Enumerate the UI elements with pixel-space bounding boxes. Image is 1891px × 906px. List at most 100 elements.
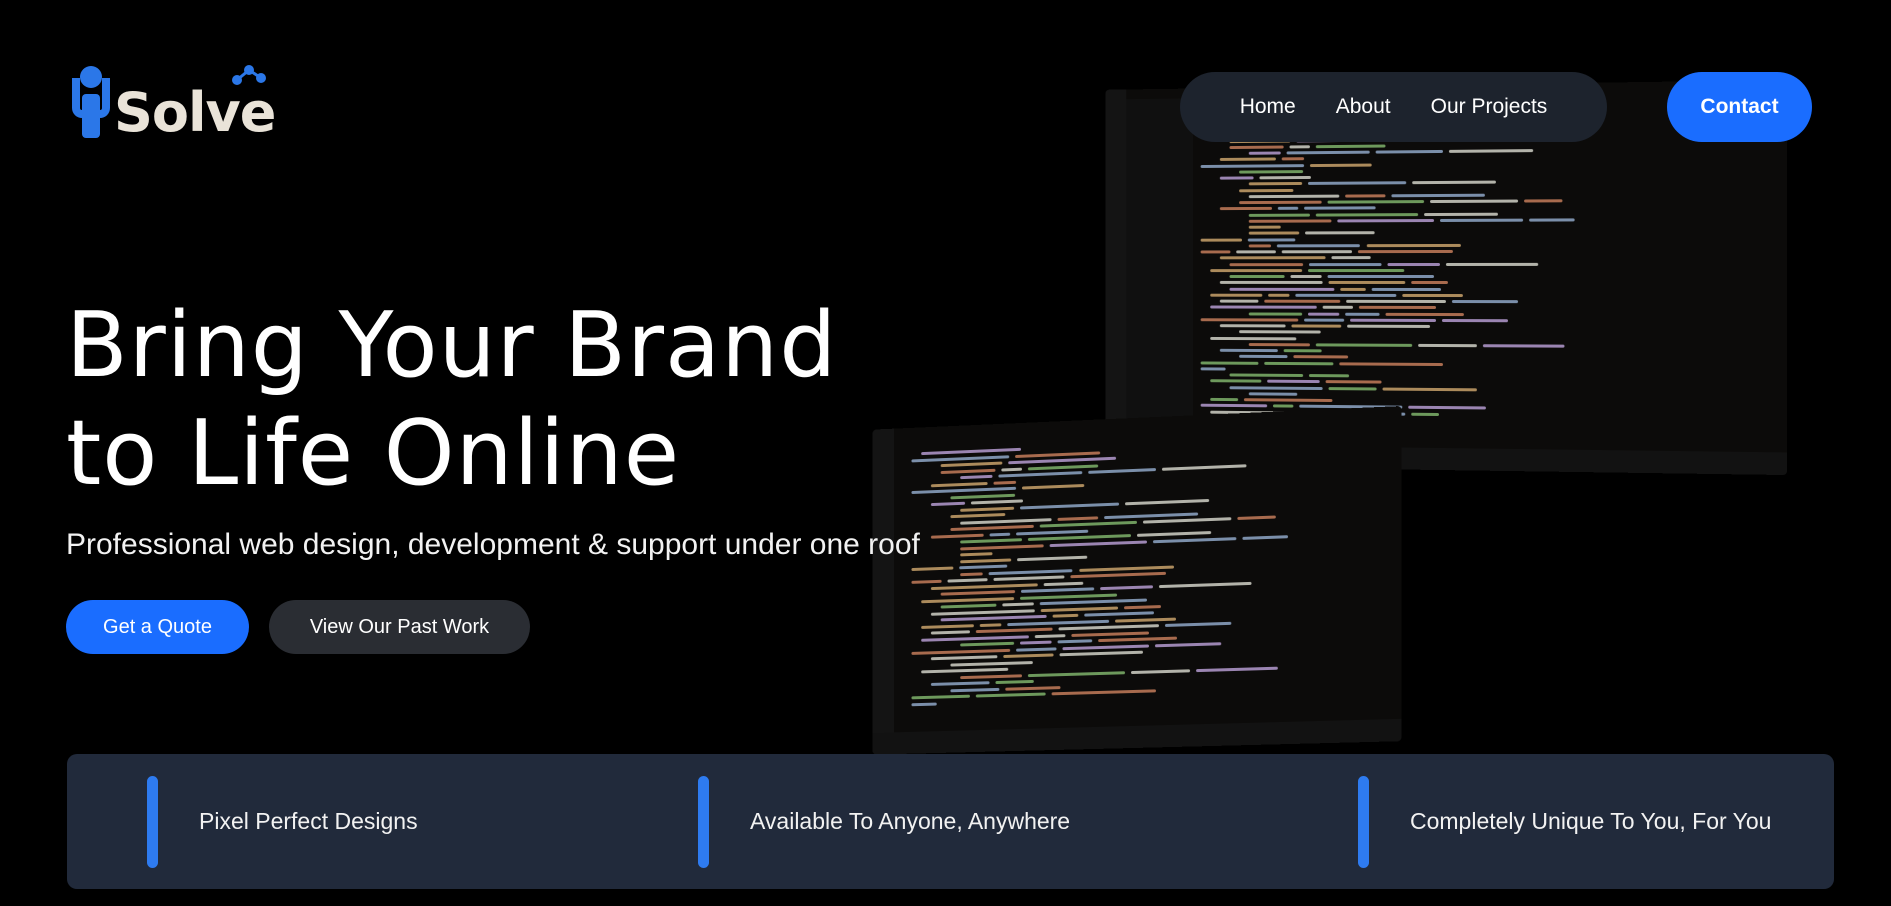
code-line bbox=[940, 468, 996, 474]
code-line bbox=[1248, 231, 1300, 235]
code-line bbox=[970, 499, 1023, 505]
feature-label: Completely Unique To You, For You bbox=[1410, 808, 1772, 834]
code-line bbox=[1294, 293, 1397, 297]
code-line bbox=[950, 660, 1034, 667]
code-line bbox=[1325, 380, 1382, 384]
code-line bbox=[1219, 256, 1326, 260]
feature-item: Available To Anyone, Anywhere bbox=[698, 776, 1070, 868]
code-line bbox=[1277, 243, 1361, 248]
hero-title-line-2: to Life Online bbox=[66, 401, 681, 506]
code-line bbox=[1052, 613, 1078, 618]
code-line bbox=[1078, 565, 1175, 572]
code-line bbox=[1049, 539, 1147, 547]
code-line bbox=[1283, 349, 1322, 353]
feature-accent-bar bbox=[698, 776, 709, 868]
code-line bbox=[930, 501, 965, 507]
code-line bbox=[1281, 250, 1352, 254]
view-past-work-button[interactable]: View Our Past Work bbox=[269, 600, 530, 654]
code-line bbox=[1017, 555, 1088, 561]
code-line bbox=[1019, 502, 1119, 509]
code-line bbox=[1137, 531, 1212, 537]
code-line bbox=[1124, 498, 1209, 505]
contact-button[interactable]: Contact bbox=[1667, 72, 1812, 142]
code-line bbox=[1272, 404, 1294, 408]
feature-item: Completely Unique To You, For You bbox=[1358, 776, 1771, 868]
code-line bbox=[1248, 312, 1303, 316]
code-line bbox=[1229, 287, 1335, 291]
code-line bbox=[930, 533, 984, 539]
code-line bbox=[1057, 515, 1098, 521]
code-line bbox=[1315, 343, 1412, 347]
nav-projects-link[interactable]: Our Projects bbox=[1431, 95, 1548, 119]
code-line bbox=[1005, 685, 1061, 691]
code-line bbox=[950, 513, 1006, 519]
code-line bbox=[1310, 163, 1372, 167]
code-line bbox=[1411, 281, 1449, 285]
code-line bbox=[1210, 293, 1263, 297]
code-line bbox=[1152, 536, 1237, 543]
code-line bbox=[1248, 225, 1281, 229]
code-line bbox=[1057, 639, 1093, 644]
code-line bbox=[1350, 318, 1437, 322]
code-line bbox=[1098, 636, 1177, 643]
code-line bbox=[960, 571, 984, 576]
code-line bbox=[1210, 305, 1317, 309]
code-line bbox=[1051, 689, 1157, 696]
code-line bbox=[1162, 464, 1247, 471]
code-line bbox=[1059, 650, 1143, 657]
code-line bbox=[940, 461, 1003, 468]
features-bar: Pixel Perfect Designs Available To Anyon… bbox=[67, 754, 1834, 889]
code-line bbox=[976, 627, 1053, 634]
code-line bbox=[1200, 238, 1243, 242]
code-line bbox=[1034, 633, 1066, 638]
code-line bbox=[1219, 281, 1323, 285]
code-line bbox=[1014, 450, 1101, 458]
code-line bbox=[921, 667, 1009, 674]
feature-item: Pixel Perfect Designs bbox=[147, 776, 418, 868]
code-line bbox=[995, 679, 1034, 685]
feature-accent-bar bbox=[1358, 776, 1369, 868]
code-line bbox=[1021, 587, 1094, 593]
code-line bbox=[1327, 275, 1435, 278]
code-line bbox=[1408, 405, 1487, 410]
code-line bbox=[1239, 169, 1303, 174]
code-line bbox=[1248, 151, 1281, 155]
get-quote-button[interactable]: Get a Quote bbox=[66, 600, 249, 654]
code-line bbox=[1264, 299, 1341, 303]
code-line bbox=[1268, 293, 1290, 297]
nav-home-link[interactable]: Home bbox=[1240, 95, 1296, 119]
code-line bbox=[1424, 212, 1498, 216]
code-line bbox=[1248, 244, 1272, 248]
code-line bbox=[960, 673, 1022, 679]
nav-about-link[interactable]: About bbox=[1336, 95, 1391, 119]
code-line bbox=[1028, 463, 1098, 470]
code-line bbox=[960, 517, 1052, 525]
code-line bbox=[1308, 312, 1340, 316]
code-line bbox=[1402, 293, 1464, 297]
code-line bbox=[1331, 256, 1372, 260]
code-line bbox=[993, 575, 1065, 581]
code-line bbox=[1229, 373, 1304, 377]
code-line bbox=[1020, 593, 1117, 600]
code-line bbox=[1040, 605, 1119, 612]
code-line bbox=[930, 608, 1035, 616]
code-line bbox=[960, 552, 993, 557]
code-line bbox=[940, 603, 997, 609]
code-line bbox=[989, 532, 1010, 536]
code-line bbox=[1200, 163, 1305, 168]
code-line bbox=[1006, 619, 1110, 626]
code-line bbox=[930, 582, 1039, 590]
code-line bbox=[940, 614, 1047, 622]
code-line bbox=[1267, 379, 1320, 384]
code-line bbox=[1449, 149, 1533, 153]
code-line bbox=[1243, 398, 1333, 403]
brand-logo[interactable]: Solve bbox=[70, 62, 276, 140]
code-line bbox=[1346, 299, 1447, 304]
code-line bbox=[1281, 157, 1305, 161]
code-line bbox=[1219, 299, 1259, 303]
code-line bbox=[1357, 249, 1453, 254]
code-line bbox=[1345, 194, 1386, 198]
editor-activity-bar bbox=[1105, 89, 1127, 466]
os-taskbar bbox=[872, 718, 1402, 755]
code-line bbox=[911, 648, 1011, 655]
